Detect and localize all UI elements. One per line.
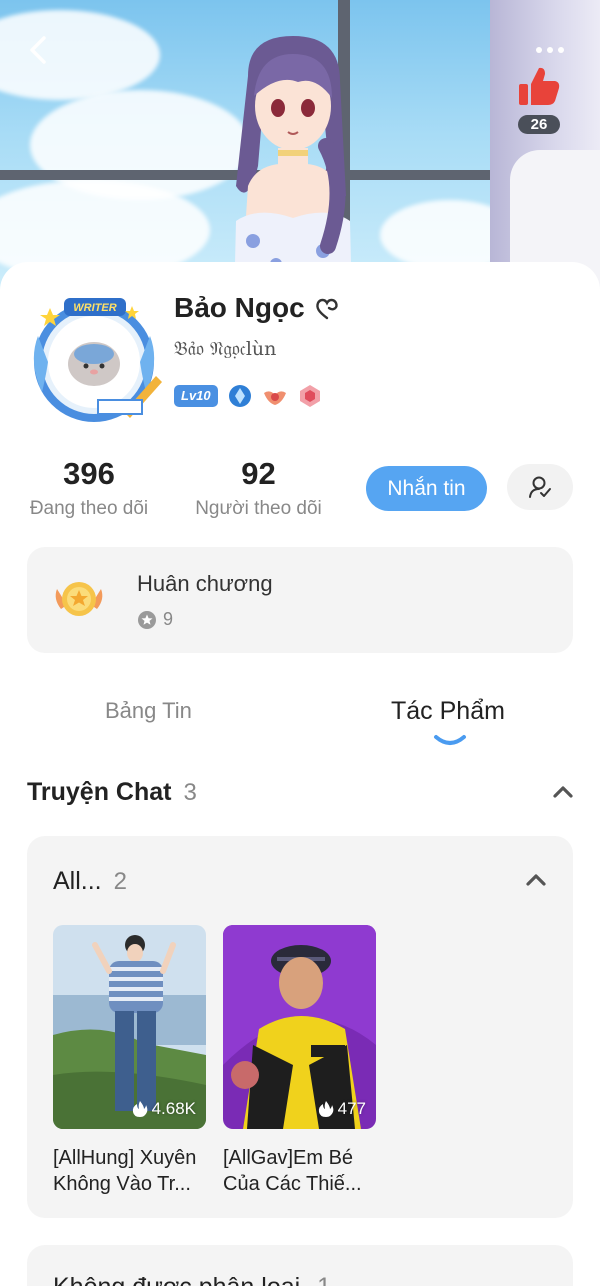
story-views-count: 4.68K [151, 1099, 196, 1118]
tab-active-indicator [434, 735, 466, 745]
user-check-icon [529, 476, 551, 498]
stat-followers[interactable]: 92 Người theo dõi [191, 456, 326, 520]
tab-feed[interactable]: Bảng Tin [105, 698, 192, 724]
star-circle-icon [138, 610, 156, 629]
story-cover[interactable]: 477 [223, 925, 376, 1129]
group-count: 2 [113, 868, 127, 895]
story-title[interactable]: [AllHung] Xuyên Không Vào Tr... [53, 1145, 211, 1197]
story-card[interactable]: 477 [AllGav]Em Bé Của Các Thiế... [223, 925, 376, 1197]
badge-row: Lv10 [174, 383, 323, 409]
wings-badge-icon[interactable] [262, 383, 288, 409]
group-count: 1 [317, 1273, 331, 1286]
profile-handle: 𝔅𝔞̉𝔬 𝔑𝔤𝔬̣𝔠lùn [174, 338, 277, 360]
like-button[interactable]: 26 [516, 64, 562, 134]
stat-value: 396 [63, 456, 115, 491]
group-title-text: Không được phân loại [53, 1273, 300, 1286]
avatar[interactable]: WRITER [28, 296, 164, 426]
story-views: 4.68K [132, 1099, 196, 1119]
chevron-up-icon[interactable] [552, 785, 574, 799]
fire-icon [132, 1101, 147, 1117]
medals-count-row: 9 [137, 609, 173, 630]
stat-label: Đang theo dõi [29, 498, 149, 519]
chevron-up-icon[interactable] [525, 873, 547, 887]
back-button[interactable] [22, 32, 58, 68]
more-dots-icon [536, 47, 542, 53]
more-options-button[interactable] [536, 40, 572, 60]
story-title[interactable]: [AllGav]Em Bé Của Các Thiế... [223, 1145, 381, 1197]
story-views: 477 [318, 1099, 366, 1119]
cover-banner: 26 [0, 0, 600, 300]
thumbs-up-icon [519, 67, 560, 105]
fire-icon [318, 1101, 333, 1117]
story-cover[interactable]: 4.68K [53, 925, 206, 1129]
like-count: 26 [518, 115, 560, 134]
medals-card[interactable]: Huân chương 9 [27, 547, 573, 653]
hexagon-badge-icon[interactable] [297, 383, 323, 409]
avatar-label: WRITER [73, 302, 116, 314]
story-views-count: 477 [337, 1099, 366, 1118]
level-badge[interactable]: Lv10 [174, 385, 218, 407]
stat-label: Người theo dõi [195, 498, 322, 519]
stat-value: 92 [241, 456, 276, 491]
crystal-badge-icon[interactable] [227, 383, 253, 409]
profile-name-row: Bảo Ngọc [174, 292, 341, 324]
tab-works[interactable]: Tác Phẩm [391, 697, 505, 726]
heart-outline-icon [315, 298, 338, 320]
profile-name: Bảo Ngọc [174, 292, 305, 323]
group-title: Không được phân loại 1 [53, 1273, 331, 1286]
section-title: Truyện Chat [27, 778, 172, 806]
stat-following[interactable]: 396 Đang theo dõi [26, 456, 152, 520]
story-card[interactable]: 4.68K [AllHung] Xuyên Không Vào Tr... [53, 925, 206, 1197]
message-button[interactable]: Nhắn tin [366, 466, 487, 511]
character-illustration [234, 36, 352, 300]
medals-count: 9 [163, 609, 174, 629]
group-title: All... [53, 867, 102, 895]
medals-title: Huân chương [137, 571, 273, 596]
group-header: All... 2 [53, 867, 127, 896]
follow-button[interactable] [507, 464, 573, 510]
medal-icon [55, 582, 103, 616]
section-header-chat-stories: Truyện Chat 3 [27, 778, 197, 807]
story-group: All... 2 4.68K [AllHung] Xuyên Không Vào… [27, 836, 573, 1218]
section-count: 3 [183, 779, 197, 806]
story-group-uncategorized[interactable]: Không được phân loại 1 [27, 1245, 573, 1286]
